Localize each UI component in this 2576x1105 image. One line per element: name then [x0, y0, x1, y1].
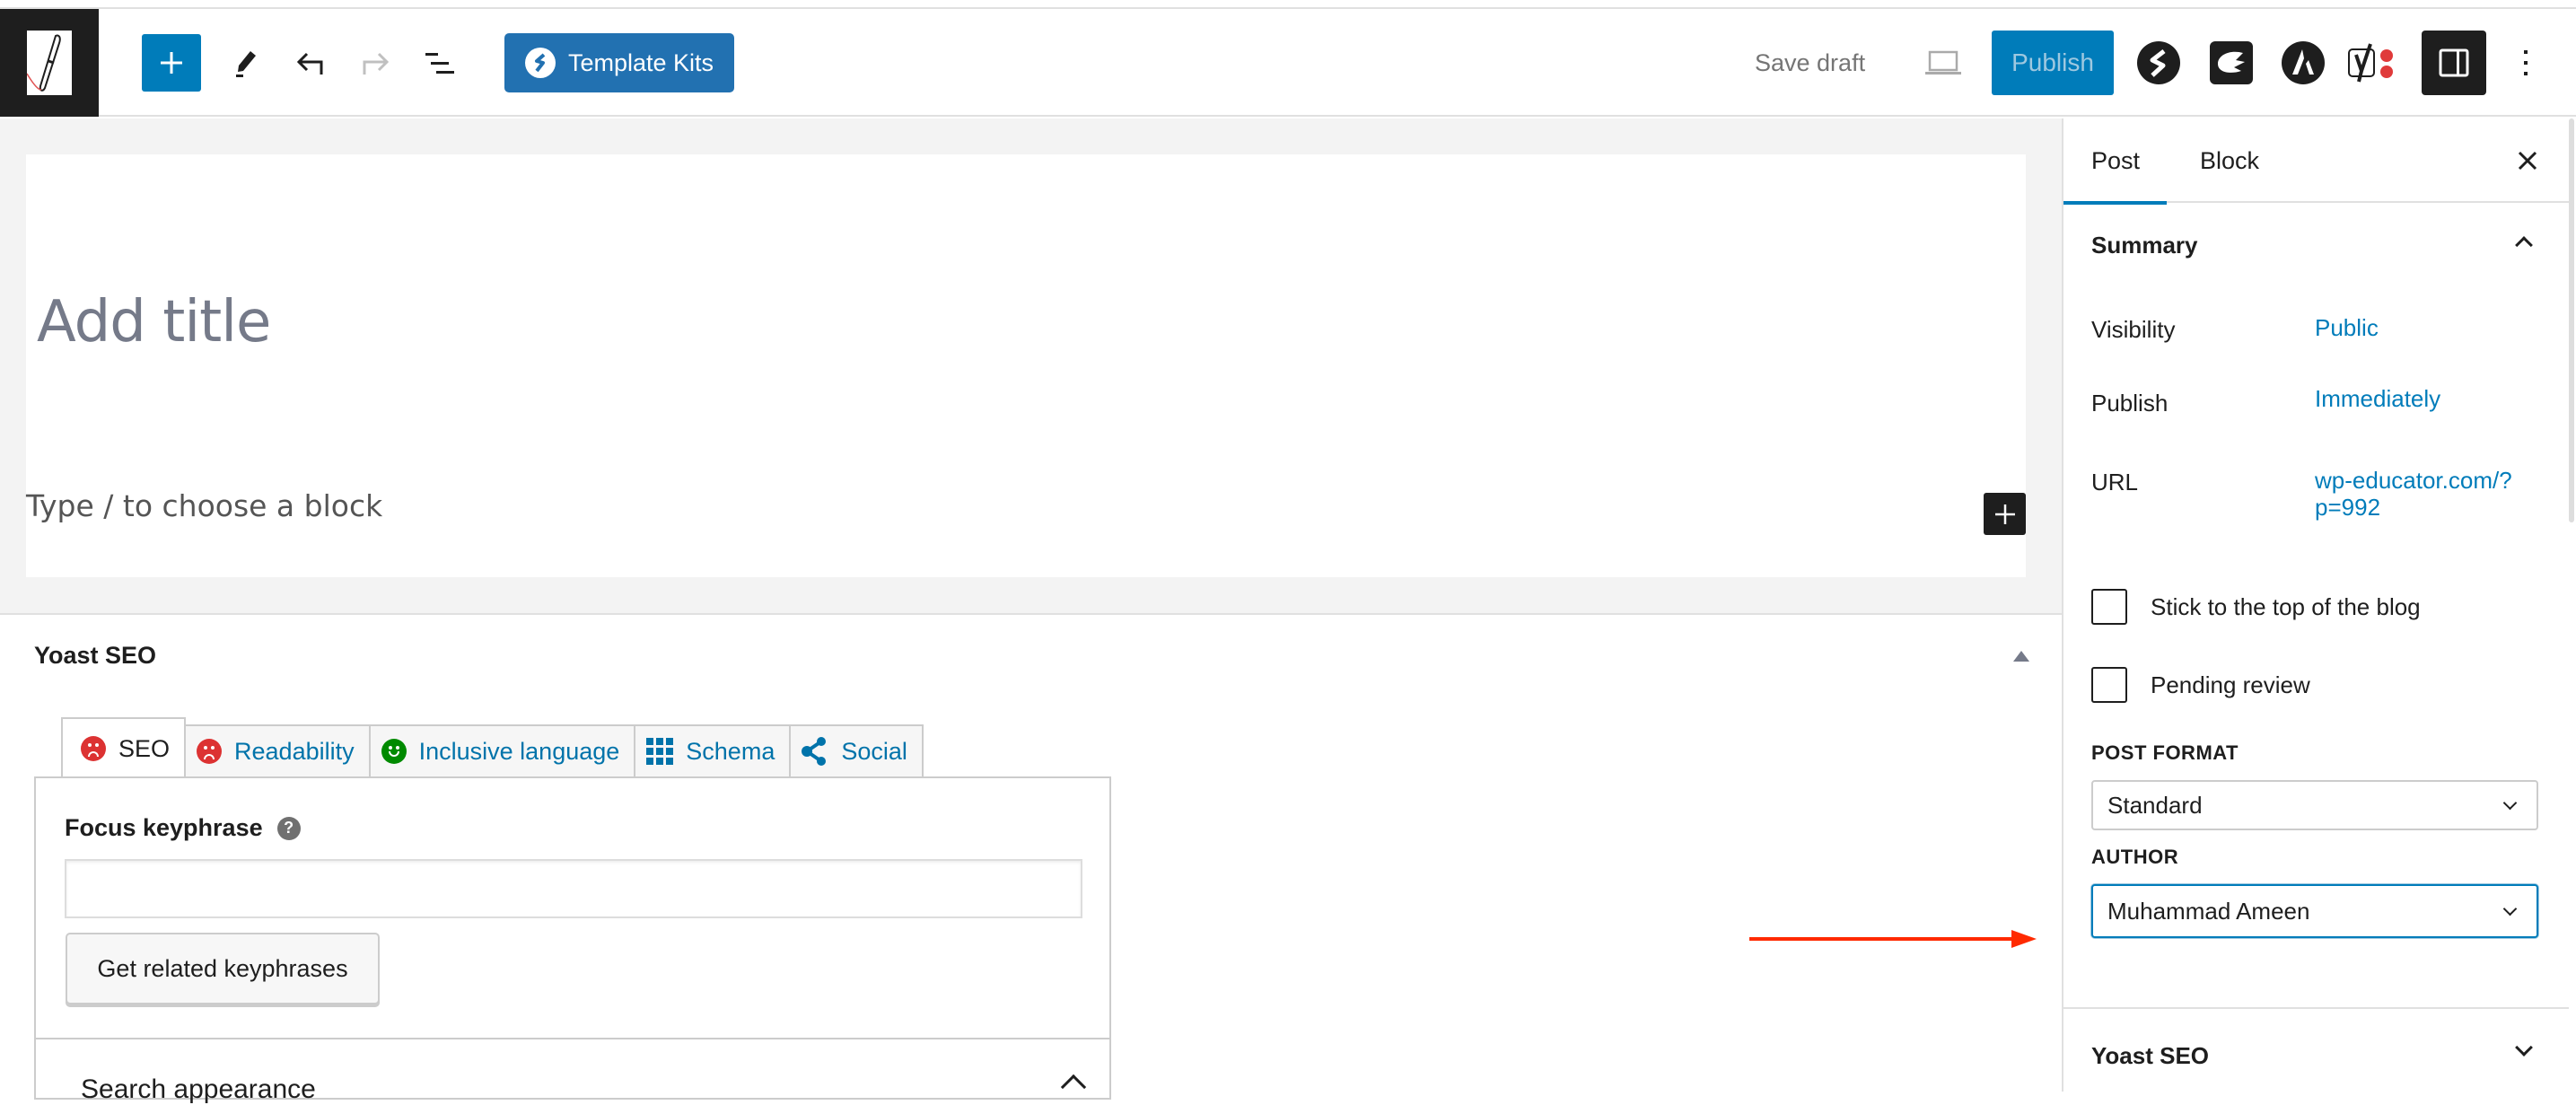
tab-post[interactable]: Post — [2063, 118, 2168, 205]
spectra-icon — [2137, 41, 2180, 84]
yoast-tab-label: Schema — [686, 737, 775, 765]
more-vertical-icon — [2524, 50, 2528, 75]
default-block-appender[interactable]: Type / to choose a block — [26, 488, 382, 523]
template-kits-button[interactable]: Template Kits — [504, 33, 734, 92]
redo-button[interactable] — [350, 38, 400, 88]
sidebar-tabs: Post Block — [2063, 118, 2569, 205]
site-logo-button[interactable] — [0, 9, 99, 117]
settings-sidebar-toggle[interactable] — [2422, 31, 2486, 95]
author-value: Muhammad Ameen — [2107, 897, 2310, 925]
tab-block[interactable]: Block — [2200, 118, 2259, 203]
sidebar-toggle-icon — [2439, 48, 2469, 77]
pending-review-checkbox[interactable] — [2091, 667, 2127, 703]
post-format-value: Standard — [2107, 791, 2203, 819]
astra-plugin-button[interactable] — [2275, 35, 2331, 91]
chevron-down-icon — [2502, 795, 2518, 811]
happy-face-icon — [381, 739, 407, 764]
author-select[interactable]: Muhammad Ameen — [2091, 884, 2538, 938]
share-icon — [802, 737, 827, 766]
focus-keyphrase-input[interactable] — [65, 859, 1082, 918]
yoast-seo-panel-heading[interactable]: Yoast SEO — [2091, 1042, 2209, 1070]
template-kits-label: Template Kits — [567, 48, 714, 76]
focus-keyphrase-label-text: Focus keyphrase — [65, 814, 263, 841]
grid-icon — [646, 738, 674, 765]
post-title-input[interactable]: Add title — [37, 289, 271, 355]
sidebar-scrollbar[interactable] — [2569, 118, 2574, 522]
annotation-arrow-icon — [1749, 930, 2037, 948]
elementor-kit-icon — [2210, 41, 2253, 84]
pen-logo-icon — [27, 31, 72, 95]
yoast-tab-seo[interactable]: SEO — [61, 717, 187, 780]
focus-keyphrase-label: Focus keyphrase ? — [65, 814, 301, 842]
divider — [36, 1038, 1109, 1039]
elementor-kit-plugin-button[interactable] — [2204, 35, 2259, 91]
close-icon — [2518, 151, 2537, 171]
url-label: URL — [2091, 469, 2139, 495]
editor-header-toolbar: Template Kits Save draft Publish — [0, 9, 2576, 117]
spectra-plugin-button[interactable] — [2131, 35, 2186, 91]
get-related-keyphrases-button[interactable]: Get related keyphrases — [66, 933, 380, 1004]
yoast-seo-panel: Focus keyphrase ? Get related keyphrases… — [34, 776, 1111, 1104]
url-value-button[interactable]: wp-educator.com/?p=992 — [2315, 467, 2521, 521]
sad-face-icon — [197, 739, 223, 764]
astra-icon — [2282, 41, 2325, 84]
publish-button[interactable]: Publish — [1992, 31, 2114, 95]
options-menu-button[interactable] — [2502, 39, 2549, 86]
help-icon[interactable]: ? — [276, 816, 301, 840]
preview-button[interactable] — [1921, 45, 1966, 81]
undo-button[interactable] — [285, 38, 336, 88]
block-inserter-toggle[interactable] — [142, 34, 201, 92]
yoast-icon — [2348, 43, 2393, 83]
pending-review-label: Pending review — [2151, 671, 2310, 698]
yoast-tab-label: Inclusive language — [418, 737, 620, 765]
yoast-metabox-title: Yoast SEO — [34, 642, 157, 669]
close-sidebar-button[interactable] — [2512, 145, 2543, 176]
yoast-tab-label: Social — [841, 737, 907, 765]
author-label: AUTHOR — [2091, 846, 2179, 868]
search-appearance-toggle[interactable]: Search appearance — [81, 1074, 316, 1105]
post-format-select[interactable]: Standard — [2091, 780, 2538, 830]
list-view-icon — [425, 53, 454, 74]
chevron-up-icon[interactable] — [2515, 236, 2533, 254]
yoast-tab-schema[interactable]: Schema — [635, 724, 792, 778]
yoast-tab-label: Readability — [234, 737, 355, 765]
settings-sidebar: Post Block Summary Visibility Public Pub… — [2063, 118, 2576, 1092]
visibility-label: Visibility — [2091, 316, 2176, 343]
yoast-tab-readability[interactable]: Readability — [186, 724, 371, 778]
save-draft-button[interactable]: Save draft — [1755, 36, 1865, 90]
list-view-button[interactable] — [415, 38, 465, 88]
yoast-plugin-button[interactable] — [2344, 35, 2400, 91]
block-inserter-button[interactable] — [1984, 493, 2026, 535]
plus-icon — [1994, 504, 2015, 524]
visibility-value-button[interactable]: Public — [2315, 314, 2379, 341]
window-top-strip — [0, 0, 2576, 9]
undo-icon — [296, 52, 323, 75]
editor-canvas: Add title Type / to choose a block — [26, 154, 2026, 577]
chevron-down-icon[interactable] — [2515, 1039, 2533, 1057]
yoast-tab-label: SEO — [118, 734, 171, 762]
yoast-seo-metabox: Yoast SEO SEO Readability Inclusive lang… — [0, 613, 2062, 1104]
yoast-tab-inclusive-language[interactable]: Inclusive language — [370, 724, 636, 778]
plus-icon — [161, 52, 182, 74]
collapse-triangle-icon[interactable] — [2013, 651, 2029, 662]
sad-face-icon — [81, 736, 106, 761]
publish-label: Publish — [2091, 390, 2169, 417]
yoast-tabs: SEO Readability Inclusive language Schem… — [61, 715, 924, 780]
divider — [2063, 1007, 2569, 1009]
summary-panel-heading[interactable]: Summary — [2091, 232, 2198, 259]
sticky-checkbox[interactable] — [2091, 589, 2127, 625]
redo-icon — [363, 52, 390, 75]
sticky-checkbox-label: Stick to the top of the blog — [2151, 592, 2421, 620]
tools-button[interactable] — [221, 38, 271, 88]
laptop-icon — [1925, 50, 1961, 75]
pending-review-checkbox-row[interactable]: Pending review — [2091, 667, 2310, 703]
chevron-down-icon — [2502, 901, 2518, 916]
yoast-tab-social[interactable]: Social — [791, 724, 924, 778]
spectra-icon — [524, 48, 556, 78]
pencil-icon — [236, 51, 256, 77]
publish-date-button[interactable]: Immediately — [2315, 385, 2440, 412]
chevron-up-icon[interactable] — [1060, 1074, 1087, 1101]
post-format-label: POST FORMAT — [2091, 741, 2239, 764]
sticky-checkbox-row[interactable]: Stick to the top of the blog — [2091, 589, 2421, 625]
